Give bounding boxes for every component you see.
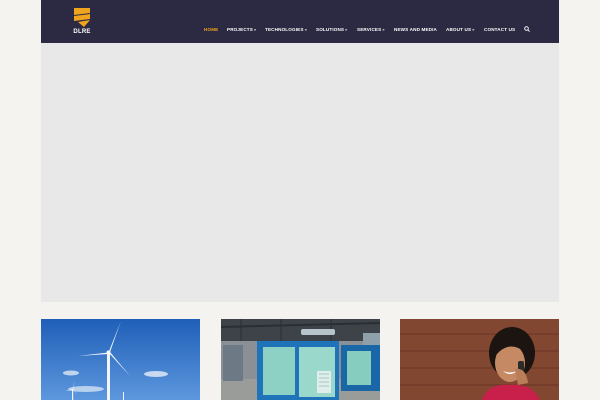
woman-on-phone-image	[400, 319, 559, 400]
nav-item-contact-us[interactable]: CONTACT US	[484, 25, 515, 35]
nav-item-label: HOME	[204, 27, 219, 32]
nav-item-services[interactable]: SERVICES»	[357, 25, 385, 35]
nav-item-about-us[interactable]: ABOUT US»	[446, 25, 475, 35]
nav-item-label: PROJECTS	[227, 27, 253, 32]
chevron-down-icon: »	[345, 27, 348, 32]
chevron-down-icon: »	[253, 27, 257, 32]
brand-name: DLRE	[73, 29, 91, 35]
nav-item-label: ABOUT US	[446, 27, 472, 32]
search-button[interactable]	[523, 24, 531, 34]
nav-item-projects[interactable]: PROJECTS»	[227, 25, 256, 35]
nav-item-news-and-media[interactable]: NEWS AND MEDIA	[394, 25, 437, 35]
nav-item-solutions[interactable]: SOLUTIONS»	[316, 25, 348, 35]
nav-item-label: CONTACT US	[484, 27, 516, 32]
thumbnail-wind-turbines[interactable]	[41, 319, 200, 400]
site-header: DLRE HOME PROJECTS» TECHNOLOGIES» SOLUTI…	[41, 0, 559, 43]
hero-slider[interactable]	[41, 43, 559, 302]
thumbnail-woman-on-phone[interactable]	[400, 319, 559, 400]
brand-logo[interactable]: DLRE	[72, 7, 92, 37]
chevron-down-icon: »	[472, 27, 475, 32]
nav-item-label: SOLUTIONS	[316, 27, 345, 32]
dlre-logo-icon	[74, 8, 90, 27]
nav-item-label: NEWS AND MEDIA	[394, 27, 438, 32]
nav-item-label: SERVICES	[357, 27, 382, 32]
wind-turbines-image	[41, 319, 200, 400]
nav-item-label: TECHNOLOGIES	[265, 27, 304, 32]
thumbnail-generators[interactable]	[221, 319, 380, 400]
chevron-down-icon: »	[304, 27, 307, 32]
nav-item-home[interactable]: HOME	[204, 25, 218, 35]
generators-warehouse-image	[221, 319, 380, 400]
nav-item-technologies[interactable]: TECHNOLOGIES»	[265, 25, 307, 35]
search-icon	[524, 26, 530, 32]
chevron-down-icon: »	[382, 27, 385, 32]
